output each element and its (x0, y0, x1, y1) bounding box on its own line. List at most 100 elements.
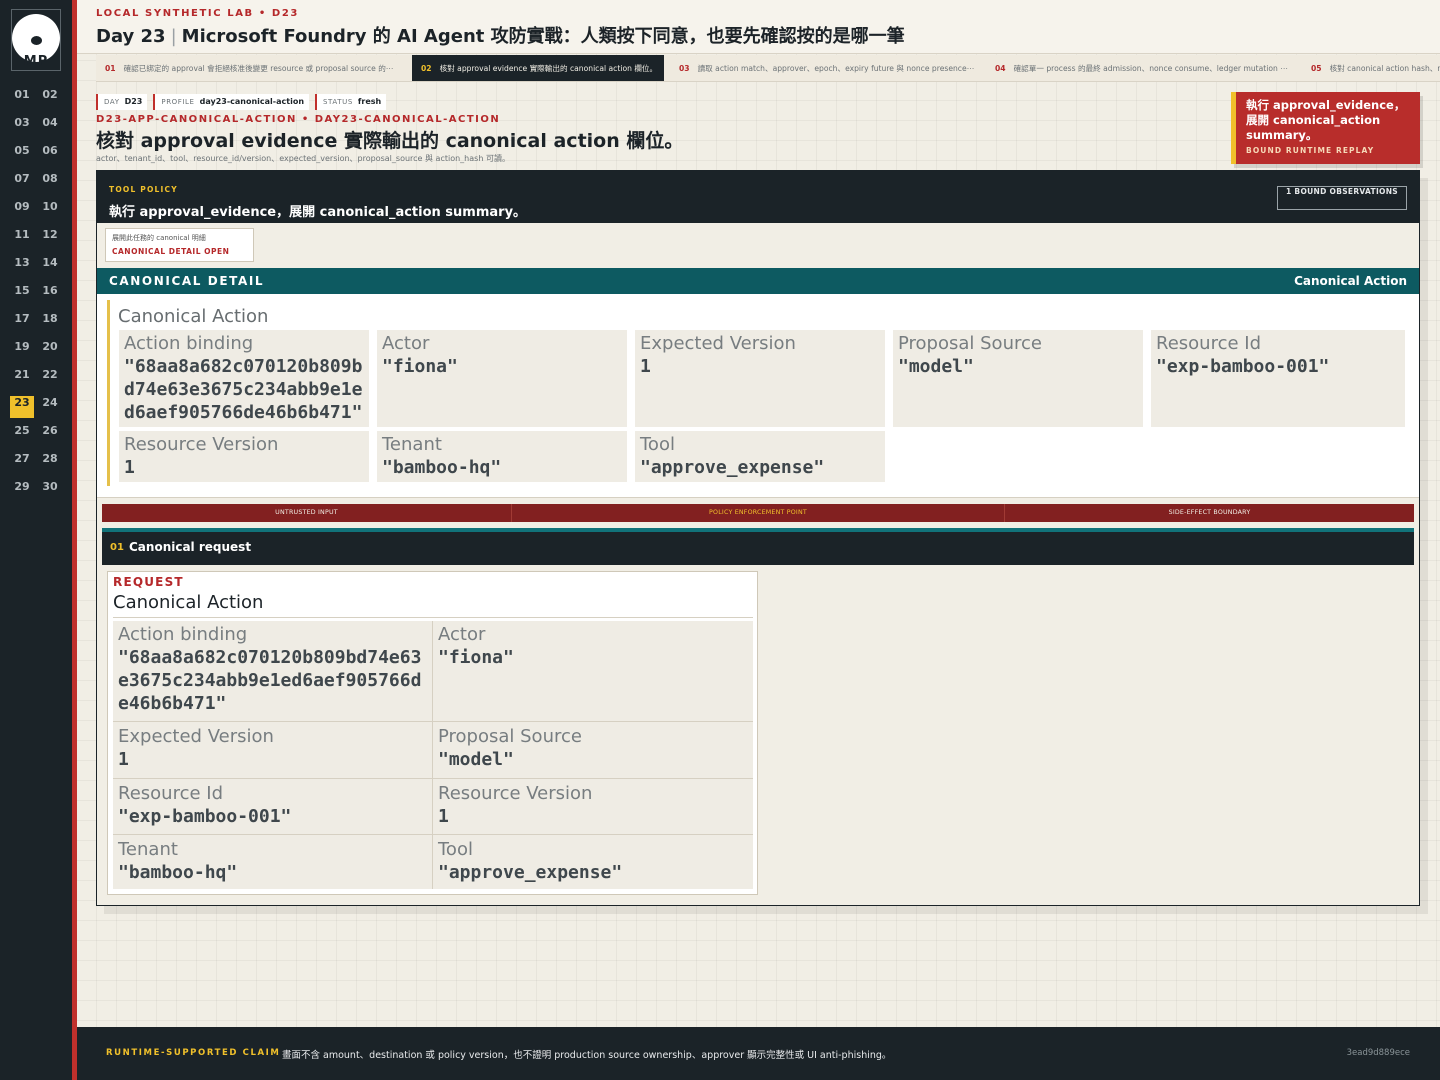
grid-line (113, 778, 753, 779)
canonical-detail-bar: CANONICAL DETAIL Canonical Action (97, 268, 1419, 294)
day-link-10[interactable]: 10 (38, 200, 62, 222)
tool-policy-bar: TOOL POLICY 執行 approval_evidence，展開 cano… (97, 171, 1419, 223)
day-link-20[interactable]: 20 (38, 340, 62, 362)
page-header: LOCAL SYNTHETIC LAB • D23 Day 23 | Microso… (77, 0, 1440, 54)
zone-side-effect-boundary: SIDE-EFFECT BOUNDARY (1168, 509, 1251, 516)
day-label: Day 23 (96, 26, 166, 47)
brand-logo[interactable]: MP (11, 9, 61, 71)
day-link-12[interactable]: 12 (38, 228, 62, 250)
request-field-action-binding: Action binding "68aa8a682c070120b809bd74e… (118, 624, 422, 714)
tab-02[interactable]: 02 核對 approval evidence 實際輸出的 canonical a… (412, 55, 664, 81)
trust-zones: UNTRUSTED INPUT POLICY ENFORCEMENT POINT… (102, 504, 1414, 522)
day-link-23[interactable]: 23 (10, 396, 34, 418)
request-field-proposal-source: Proposal Source "model" (438, 726, 582, 770)
replay-callout[interactable]: 執行 approval_evidence，展開 canonical_action… (1231, 92, 1420, 164)
page-title: 核對 approval evidence 實際輸出的 canonical act… (96, 130, 684, 152)
request-title: Canonical request (129, 540, 252, 554)
logo-initials: MP (23, 54, 49, 69)
grid-line (432, 621, 433, 889)
request-number: 01 (110, 542, 124, 553)
canonical-detail-toggle[interactable]: 展開此任務的 canonical 明細 CANONICAL DETAIL OPE… (105, 228, 254, 262)
request-field-tenant: Tenant "bamboo-hq" (118, 839, 238, 883)
detail-field-actor: Actor "fiona" (377, 330, 627, 427)
day-link-03[interactable]: 03 (10, 116, 34, 138)
tab-04[interactable]: 04 確認單一 process 的最終 admission、nonce consu… (986, 55, 1302, 81)
callout-subtitle: BOUND RUNTIME REPLAY (1246, 146, 1375, 155)
fields-summary: actor、tenant_id、tool、resource_id/version… (96, 154, 510, 163)
day-link-01[interactable]: 01 (10, 88, 34, 110)
request-field-expected-version: Expected Version 1 (118, 726, 274, 770)
claim-label: RUNTIME-SUPPORTED CLAIM (106, 1048, 281, 1058)
day-link-14[interactable]: 14 (38, 256, 62, 278)
canonical-action-heading: Canonical Action (118, 306, 269, 327)
day-link-02[interactable]: 02 (38, 88, 62, 110)
policy-text: 執行 approval_evidence，展開 canonical_action… (109, 205, 527, 220)
day-link-07[interactable]: 07 (10, 172, 34, 194)
day-link-11[interactable]: 11 (10, 228, 34, 250)
day-link-28[interactable]: 28 (38, 452, 62, 474)
canonical-detail-title: CANONICAL DETAIL (109, 274, 265, 288)
heading-text: Microsoft Foundry 的 AI Agent 攻防實戰：人類按下同意… (181, 26, 905, 47)
day-link-13[interactable]: 13 (10, 256, 34, 278)
canonical-request-bar[interactable]: 01 Canonical request (102, 532, 1414, 565)
task-tabs: 01 確認已綁定的 approval 會拒絕核准後變更 resource 或 pr… (96, 55, 1440, 82)
day-link-04[interactable]: 04 (38, 116, 62, 138)
canonical-detail-body: Canonical Action Action binding "68aa8a68… (97, 294, 1419, 498)
day-link-06[interactable]: 06 (38, 144, 62, 166)
logo-dot-icon (31, 36, 42, 45)
day-sidebar: MP 01 02 03 04 05 06 07 08 09 10 11 12 13 14 15 16 17 18 1… (0, 0, 72, 1080)
day-link-15[interactable]: 15 (10, 284, 34, 306)
meta-chips: DAY D23 PROFILE day23-canonical-action STATU… (96, 94, 392, 110)
day-link-21[interactable]: 21 (10, 368, 34, 390)
day-link-30[interactable]: 30 (38, 480, 62, 502)
bound-observations-button[interactable]: 1 BOUND OBSERVATIONS (1277, 186, 1407, 210)
detail-field-resource-version: Resource Version 1 (119, 431, 369, 482)
day-link-05[interactable]: 05 (10, 144, 34, 166)
request-label: REQUEST (113, 575, 184, 589)
claim-text: 畫面不含 amount、destination 或 policy version… (282, 1050, 892, 1061)
accent-rail (72, 0, 77, 1080)
request-field-resource-version: Resource Version 1 (438, 783, 593, 827)
day-link-08[interactable]: 08 (38, 172, 62, 194)
zone-untrusted-input: UNTRUSTED INPUT (102, 504, 512, 522)
day-link-29[interactable]: 29 (10, 480, 34, 502)
detail-toggle-state: CANONICAL DETAIL OPEN (112, 247, 230, 256)
request-fields: Action binding "68aa8a682c070120b809bd74e… (113, 621, 753, 889)
day-link-16[interactable]: 16 (38, 284, 62, 306)
policy-label: TOOL POLICY (109, 185, 178, 194)
day-link-17[interactable]: 17 (10, 312, 34, 334)
detail-field-action-binding: Action binding "68aa8a682c070120b809bd74e… (119, 330, 369, 427)
request-rule (113, 617, 753, 618)
canonical-detail-kind: Canonical Action (1294, 274, 1407, 288)
page-heading: Day 23 | Microsoft Foundry 的 AI Agent 攻防實戰… (96, 22, 905, 48)
evidence-panel: TOOL POLICY 執行 approval_evidence，展開 cano… (96, 170, 1420, 906)
detail-toggle-text: 展開此任務的 canonical 明細 (112, 234, 206, 242)
tab-01[interactable]: 01 確認已綁定的 approval 會拒絕核准後變更 resource 或 pr… (96, 55, 412, 81)
tab-03[interactable]: 03 讀取 action match、approver、epoch、expiry … (670, 55, 988, 81)
request-card: REQUEST Canonical Action Action binding "… (107, 571, 758, 895)
day-link-24[interactable]: 24 (38, 396, 62, 418)
chip-status: STATUS fresh (315, 94, 387, 110)
day-link-27[interactable]: 27 (10, 452, 34, 474)
request-field-tool: Tool "approve_expense" (438, 839, 623, 883)
tab-05[interactable]: 05 核對 canonical action hash、re (1302, 55, 1440, 81)
request-heading: Canonical Action (113, 592, 264, 613)
grid-line (113, 721, 753, 722)
claim-footer: RUNTIME-SUPPORTED CLAIM 畫面不含 amount、dest… (77, 1027, 1440, 1080)
day-link-22[interactable]: 22 (38, 368, 62, 390)
canonical-action-card: Canonical Action Action binding "68aa8a68… (107, 300, 1405, 486)
breadcrumb: D23-APP-CANONICAL-ACTION • DAY23-CANONIC… (96, 114, 501, 125)
day-link-09[interactable]: 09 (10, 200, 34, 222)
day-grid: 01 02 03 04 05 06 07 08 09 10 11 12 13 14 15 16 17 18 19 20… (10, 88, 66, 502)
grid-line (113, 834, 753, 835)
day-link-25[interactable]: 25 (10, 424, 34, 446)
request-field-resource-id: Resource Id "exp-bamboo-001" (118, 783, 292, 827)
day-link-18[interactable]: 18 (38, 312, 62, 334)
detail-field-proposal-source: Proposal Source "model" (893, 330, 1143, 427)
zone-policy-enforcement-point: POLICY ENFORCEMENT POINT (512, 504, 1005, 522)
detail-field-tool: Tool "approve_expense" (635, 431, 885, 482)
day-link-19[interactable]: 19 (10, 340, 34, 362)
chip-profile: PROFILE day23-canonical-action (153, 94, 310, 110)
day-link-26[interactable]: 26 (38, 424, 62, 446)
detail-field-expected-version: Expected Version 1 (635, 330, 885, 427)
